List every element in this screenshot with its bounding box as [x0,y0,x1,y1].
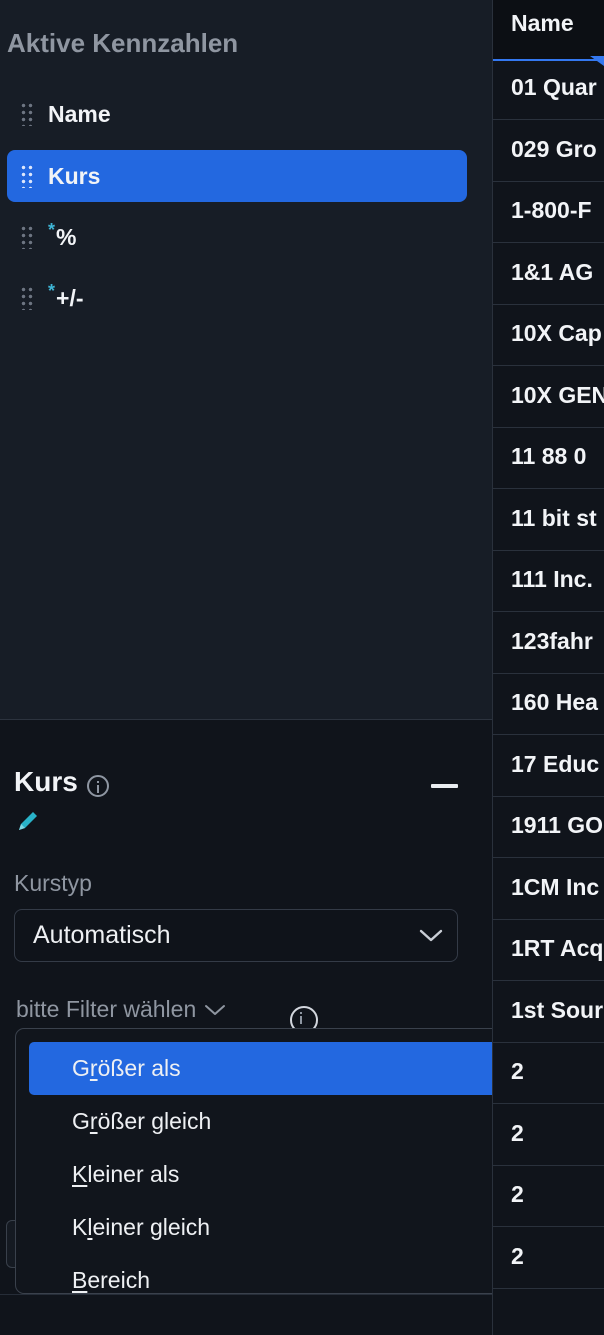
row-name-cell: 1CM Inc [511,873,600,900]
menu-item-label: Kleiner gleich [72,1214,211,1240]
table-row[interactable]: 2 [493,1166,604,1227]
filter-placeholder: bitte Filter wählen [16,996,197,1022]
drag-handle-icon[interactable] [20,102,34,126]
table-row[interactable]: 1st Sour [493,982,604,1043]
table-row[interactable]: 1CM Inc [493,859,604,920]
drag-handle-icon[interactable] [20,164,34,188]
kpi-item-percent[interactable]: * % [7,211,467,263]
table-row[interactable]: 01 Quar [493,59,604,120]
table-row[interactable]: 2 [493,1105,604,1166]
kurstyp-select[interactable]: Automatisch [14,909,458,962]
row-name-cell: 1RT Acq [511,935,604,961]
row-name-cell: 1st Sour [511,996,604,1023]
select-value: Automatisch [33,921,171,949]
kurstyp-label: Kurstyp [14,870,92,896]
column-header-name[interactable]: Name [511,10,574,37]
kpi-label: % [56,223,77,250]
row-name-cell: 10X Cap [511,320,602,346]
chevron-down-icon [205,1004,226,1015]
row-name-cell: 1&1 AG [511,258,594,285]
chevron-down-icon [419,929,443,942]
detail-title: Kurs [14,766,78,797]
kpi-item-kurs[interactable]: Kurs [7,150,467,202]
row-name-cell: 1-800-F [511,197,592,223]
menu-item-label: Größer als [72,1055,181,1081]
row-name-cell: 17 Educ [511,750,600,777]
table-row[interactable]: 11 bit st [493,490,604,551]
table-row[interactable]: 111 Inc. [493,551,604,612]
row-name-cell: 123fahr [511,627,593,654]
kpi-item-plus-minus[interactable]: * +/- [7,272,467,324]
table-row[interactable]: 160 Hea [493,674,604,735]
stock-table: Name 01 Quar 029 Gro 1-800-F 1&1 AG 10X Cap 1… [492,0,604,1335]
pencil-icon[interactable] [15,808,41,834]
row-name-cell: 2 [511,1181,524,1207]
table-row[interactable]: 123fahr [493,613,604,674]
row-name-cell: 2 [511,1058,524,1084]
table-row[interactable]: 2 [493,1043,604,1104]
table-row[interactable]: 10X Cap [493,305,604,366]
table-header[interactable]: Name [493,0,604,59]
row-name-cell: 2 [511,1119,524,1146]
table-row[interactable]: 1&1 AG [493,244,604,305]
star-marker: * [48,280,56,301]
active-kpi-panel: Aktive Kennzahlen Name Kurs * % * +/- [0,0,492,720]
kpi-item-name[interactable]: Name [7,88,467,140]
table-row[interactable]: 1911 GO [493,797,604,858]
row-name-cell: 10X GEN [511,381,604,408]
row-name-cell: 029 Gro [511,135,597,162]
drag-handle-icon[interactable] [20,225,34,249]
section-title: Aktive Kennzahlen [7,28,239,58]
row-name-cell: 160 Hea [511,689,598,715]
kpi-label: Kurs [48,162,101,189]
menu-item-label: Größer gleich [72,1108,212,1134]
row-name-cell: 11 88 0 [511,443,587,469]
kpi-label: Name [48,100,111,127]
collapse-icon[interactable] [431,784,458,788]
menu-item-label: Kleiner als [72,1161,180,1187]
table-row[interactable]: 11 88 0 [493,428,604,489]
row-name-cell: 2 [511,1242,524,1269]
row-name-cell: 01 Quar [511,74,597,100]
table-row[interactable]: 10X GEN [493,367,604,428]
row-name-cell: 111 Inc. [511,566,593,592]
star-marker: * [48,219,56,240]
info-icon[interactable] [87,775,109,797]
filter-select-toggle[interactable]: bitte Filter wählen [16,996,226,1023]
drag-handle-icon[interactable] [20,286,34,310]
table-row[interactable]: 1RT Acq [493,920,604,981]
row-name-cell: 11 bit st [511,504,597,531]
table-row[interactable]: 029 Gro [493,121,604,182]
row-name-cell: 1911 GO [511,812,604,838]
table-row[interactable]: 17 Educ [493,736,604,797]
table-row[interactable]: 1-800-F [493,182,604,243]
menu-item-label: Bereich [72,1267,150,1293]
table-row[interactable]: 2 [493,1228,604,1289]
app-root: Aktive Kennzahlen Name Kurs * % * +/- Ku… [0,0,604,1335]
kpi-label: +/- [56,284,84,311]
